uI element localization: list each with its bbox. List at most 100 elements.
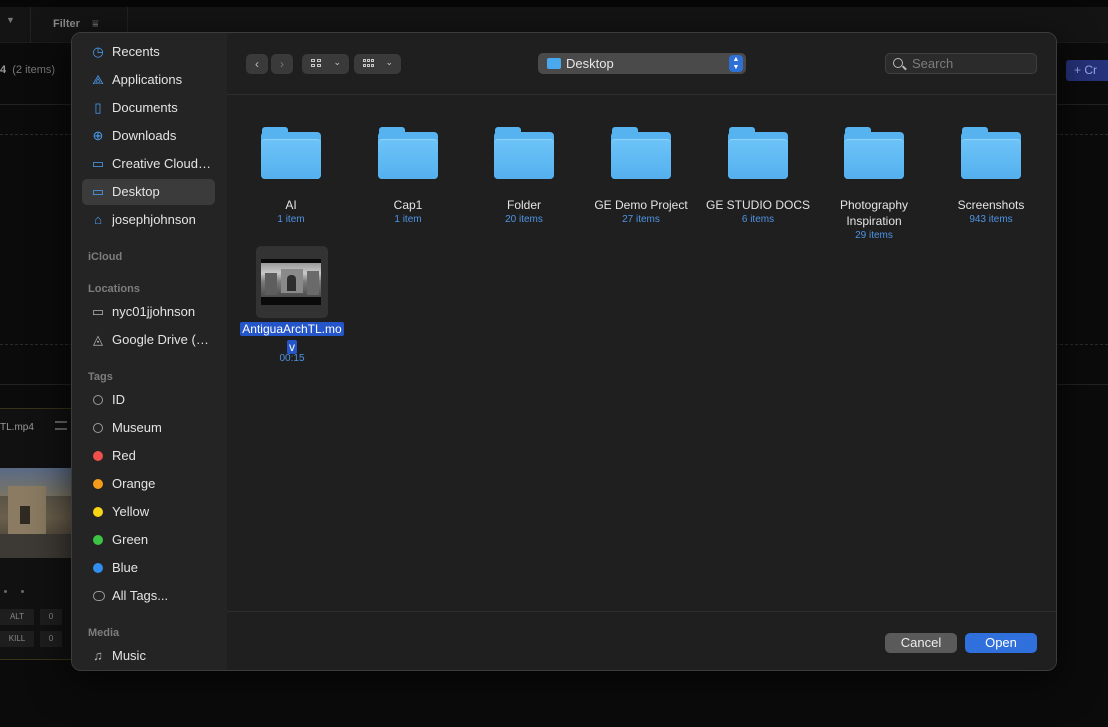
folder-icon: ▭: [91, 156, 105, 171]
bg-stat-label: ALT: [0, 609, 34, 625]
cancel-button[interactable]: Cancel: [885, 633, 957, 653]
sidebar-section-tags[interactable]: Tags: [88, 371, 113, 383]
sidebar-item-label: All Tags...: [112, 588, 169, 603]
sidebar-item-music[interactable]: ♫ Music: [82, 643, 215, 669]
folder-icon: [961, 127, 1021, 179]
folder-icon: [547, 58, 561, 69]
folder-item[interactable]: GE STUDIO DOCS 6 items: [700, 127, 816, 226]
folder-item[interactable]: Folder 20 items: [466, 127, 582, 226]
movie-thumbnail[interactable]: [261, 259, 321, 305]
icon-view-button[interactable]: ⌄: [302, 54, 349, 74]
back-button[interactable]: ‹: [246, 54, 268, 74]
applications-icon: ⟁: [92, 72, 104, 87]
sidebar-item-label: Red: [112, 448, 136, 463]
sidebar-tag-museum[interactable]: Museum: [82, 415, 215, 441]
chevron-down-icon: ⌄: [333, 57, 341, 67]
bg-filter-label[interactable]: Filter: [53, 18, 80, 30]
sidebar-item-applications[interactable]: ⟁ Applications: [82, 67, 215, 93]
clock-icon: ◷: [92, 44, 104, 59]
bg-item-count: 4 (2 items): [0, 64, 55, 76]
sidebar-tag-green[interactable]: Green: [82, 527, 215, 553]
sidebar-item-label: Museum: [112, 420, 162, 435]
folder-icon: [611, 127, 671, 179]
sidebar-tag-orange[interactable]: Orange: [82, 471, 215, 497]
sidebar-item-label: Music: [112, 648, 146, 663]
tag-circle-icon: [93, 423, 103, 433]
sidebar-tag-blue[interactable]: Blue: [82, 555, 215, 581]
folder-name: GE Demo Project: [594, 198, 688, 212]
folder-icon: [494, 127, 554, 179]
bg-dots-icon[interactable]: [0, 584, 34, 600]
tag-blue-dot-icon: [93, 563, 103, 573]
sidebar-item-recents[interactable]: ◷ Recents: [82, 39, 215, 65]
sidebar-tag-yellow[interactable]: Yellow: [82, 499, 215, 525]
folder-icon: [844, 127, 904, 179]
sidebar-item-documents[interactable]: ▯ Documents: [82, 95, 215, 121]
download-icon: ⊕: [92, 128, 104, 143]
tag-orange-dot-icon: [93, 479, 103, 489]
sidebar-section-locations[interactable]: Locations: [88, 283, 140, 295]
bg-divider: [30, 7, 31, 43]
sidebar-item-label: Downloads: [112, 128, 177, 143]
search-input[interactable]: [912, 56, 1032, 71]
sidebar-item-label: Creative Cloud Files: [112, 156, 212, 171]
movie-file-name: AntiguaArchTL.mov: [240, 322, 344, 354]
sidebar-tag-id[interactable]: ID: [82, 387, 215, 413]
folder-item[interactable]: GE Demo Project 27 items: [583, 127, 699, 226]
sidebar-item-downloads[interactable]: ⊕ Downloads: [82, 123, 215, 149]
folder-icon: [728, 127, 788, 179]
folder-item[interactable]: Photography Inspiration 29 items: [816, 127, 932, 242]
sidebar-item-label: Google Drive (Google Drive): [112, 332, 212, 347]
tag-green-dot-icon: [93, 535, 103, 545]
tag-yellow-dot-icon: [93, 507, 103, 517]
sidebar-item-home[interactable]: ⌂ josephjohnson: [82, 207, 215, 233]
search-field[interactable]: [885, 53, 1037, 74]
sidebar-section-media[interactable]: Media: [88, 627, 119, 639]
folder-item-count: 29 items: [855, 230, 893, 241]
folder-item[interactable]: AI 1 item: [233, 127, 349, 226]
bg-item-count-number: 4: [0, 64, 7, 76]
bg-filter-icon[interactable]: ⩸: [92, 18, 99, 31]
bg-item-count-text: (2 items): [12, 64, 56, 76]
bg-clip-title: TL.mp4: [0, 422, 34, 433]
sidebar-item-label: ID: [112, 392, 125, 407]
open-button[interactable]: Open: [965, 633, 1037, 653]
bg-top-strip: [0, 0, 1108, 7]
document-icon: ▯: [94, 100, 102, 115]
folder-item[interactable]: Screenshots 943 items: [933, 127, 1049, 226]
bg-create-button[interactable]: + Cr: [1066, 60, 1108, 81]
sidebar-item-google-drive[interactable]: ◬ Google Drive (Google Drive): [82, 327, 215, 353]
location-popup[interactable]: Desktop ▲ ▼: [538, 53, 746, 74]
sidebar-tag-red[interactable]: Red: [82, 443, 215, 469]
sidebar-item-nyc01jjohnson[interactable]: ▭ nyc01jjohnson: [82, 299, 215, 325]
forward-button[interactable]: ›: [271, 54, 293, 74]
bg-stat-row: ALT 0: [0, 609, 64, 625]
tag-red-dot-icon: [93, 451, 103, 461]
up-down-chevron-icon: ▲ ▼: [729, 55, 743, 72]
folder-name: Screenshots: [957, 198, 1025, 212]
group-view-button[interactable]: ⌄: [354, 54, 401, 74]
bg-clip-thumbnail[interactable]: [0, 468, 72, 558]
sidebar-section-icloud[interactable]: iCloud: [88, 251, 122, 263]
folder-icon: [378, 127, 438, 179]
dialog-sidebar: ◷ Recents ⟁ Applications ▯ Documents ⊕ D…: [72, 33, 227, 670]
sidebar-item-creative-cloud[interactable]: ▭ Creative Cloud Files: [82, 151, 215, 177]
bg-stat-value: 0: [40, 631, 62, 647]
sidebar-item-label: Recents: [112, 44, 160, 59]
bg-dropdown-caret-icon[interactable]: ▼: [6, 15, 15, 25]
folder-item-count: 20 items: [505, 214, 543, 225]
dialog-toolbar: ‹ › ⌄ ⌄ Desktop ▲ ▼ Search: [227, 33, 1056, 95]
bg-stat-label: KILL: [0, 631, 34, 647]
sidebar-item-label: Yellow: [112, 504, 150, 519]
folder-name: AI: [285, 198, 297, 212]
sidebar-item-desktop[interactable]: ▭ Desktop: [82, 179, 215, 205]
location-popup-label: Desktop: [566, 56, 614, 71]
chevron-left-icon: ‹: [255, 57, 259, 71]
folder-item[interactable]: Cap1 1 item: [350, 127, 466, 226]
folder-item-count: 6 items: [741, 214, 775, 225]
movie-file-name-container[interactable]: AntiguaArchTL.mov: [239, 320, 345, 356]
folder-name: Cap1: [393, 198, 423, 212]
bg-menu-icon[interactable]: [55, 421, 67, 430]
sidebar-tag-all[interactable]: All Tags...: [82, 583, 215, 609]
sidebar-item-label: Orange: [112, 476, 156, 491]
